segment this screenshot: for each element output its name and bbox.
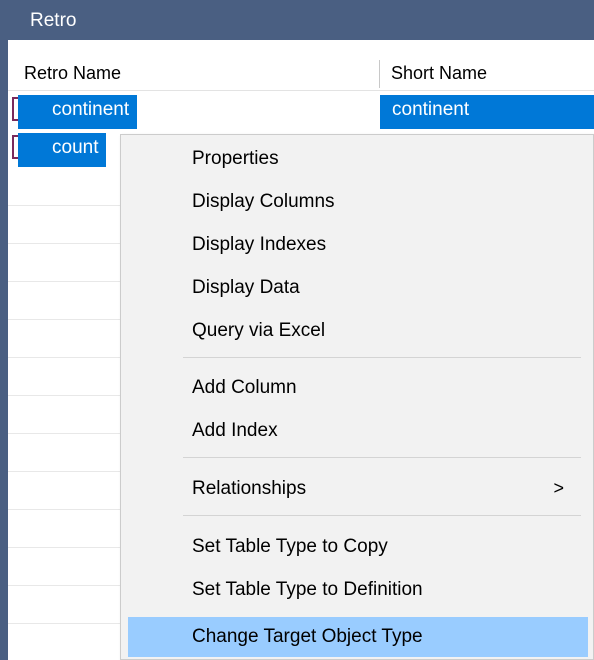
column-header-retro-name[interactable]: Retro Name [24,63,121,84]
menu-item-change-target-object-type[interactable]: Change Target Object Type [128,617,588,657]
context-menu: Properties Display Columns Display Index… [120,134,594,660]
row-retro-name[interactable]: continent [18,95,138,129]
column-header: Retro Name Short Name [8,57,594,91]
row-retro-name[interactable]: count [18,133,107,167]
menu-item-display-columns[interactable]: Display Columns [128,182,588,222]
chevron-right-icon: > [553,478,564,498]
menu-item-add-column[interactable]: Add Column [128,368,588,408]
column-separator[interactable] [379,60,380,88]
menu-item-add-index[interactable]: Add Index [128,411,588,451]
table-row[interactable]: continent continent [8,93,594,131]
column-header-short-name[interactable]: Short Name [391,63,487,84]
menu-item-display-indexes[interactable]: Display Indexes [128,225,588,265]
menu-item-query-via-excel[interactable]: Query via Excel [128,311,588,351]
panel-title: Retro [8,0,594,40]
menu-separator [183,457,581,458]
menu-item-set-table-type-definition[interactable]: Set Table Type to Definition [128,570,588,610]
menu-separator [183,515,581,516]
menu-item-relationships-label: Relationships [192,478,307,499]
menu-separator [183,357,581,358]
menu-item-display-data[interactable]: Display Data [128,268,588,308]
menu-item-set-table-type-copy[interactable]: Set Table Type to Copy [128,527,588,567]
menu-item-properties[interactable]: Properties [128,139,588,179]
menu-item-relationships[interactable]: Relationships > [128,469,588,509]
row-short-name[interactable]: continent [380,95,594,129]
